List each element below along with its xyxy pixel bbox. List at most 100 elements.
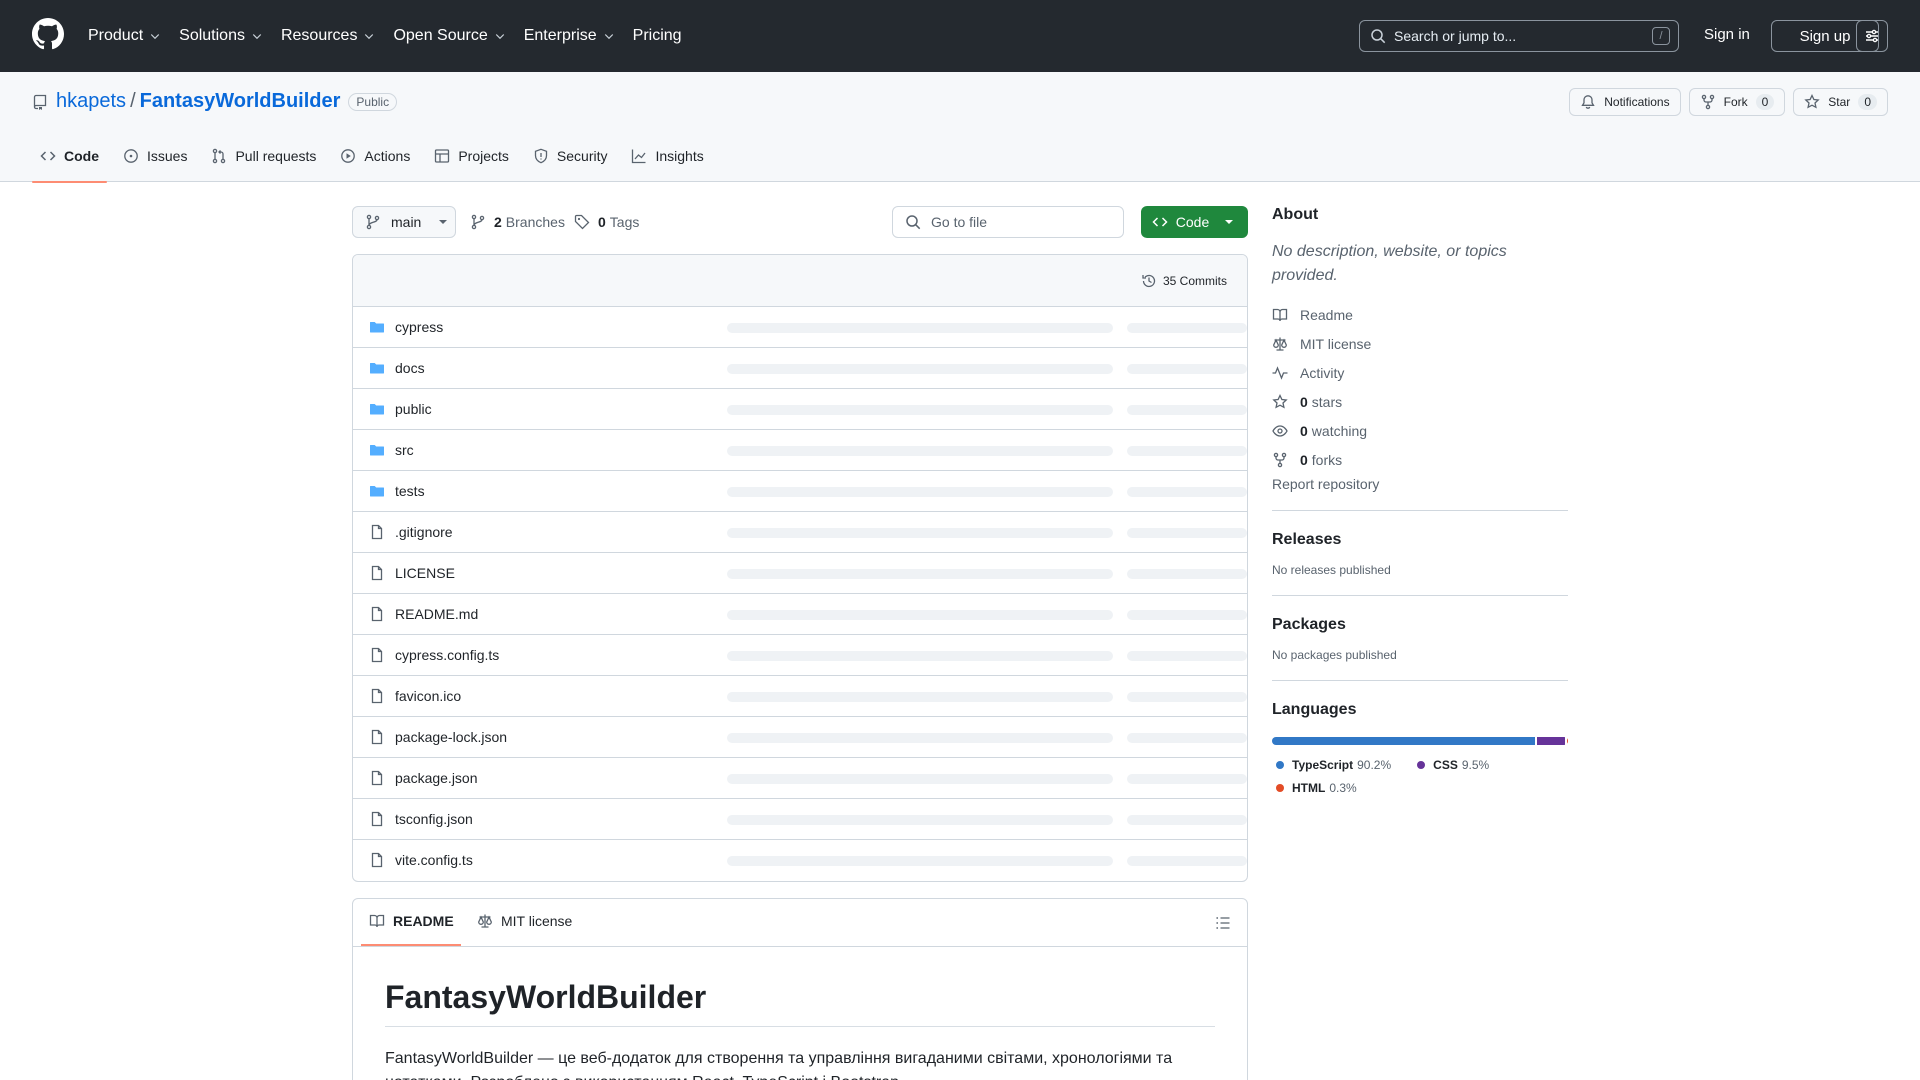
code-dropdown-button[interactable]: Code — [1141, 206, 1248, 238]
file-name[interactable]: favicon.ico — [395, 688, 461, 704]
packages-heading[interactable]: Packages — [1272, 616, 1568, 634]
languages-heading: Languages — [1272, 701, 1357, 718]
path-separator: / — [130, 90, 136, 112]
notifications-button[interactable]: Notifications — [1569, 88, 1681, 116]
language-color-dot — [1417, 760, 1426, 769]
file-name[interactable]: LICENSE — [395, 565, 455, 581]
folder-icon — [369, 319, 385, 335]
settings-menu-button[interactable] — [1856, 20, 1888, 52]
nav-pricing[interactable]: Pricing — [633, 27, 682, 45]
file-name[interactable]: .gitignore — [395, 524, 453, 540]
branches-link[interactable]: 2 Branches — [470, 214, 565, 230]
activity-link[interactable]: Activity — [1272, 358, 1568, 387]
star-button[interactable]: Star 0 — [1793, 88, 1888, 116]
commit-message-placeholder — [727, 446, 1113, 456]
file-row[interactable]: cypress — [353, 307, 1247, 348]
file-row[interactable]: tests — [353, 471, 1247, 512]
commits-count-label: 35 Commits — [1162, 274, 1227, 288]
commit-date-placeholder — [1127, 569, 1247, 579]
repo-nav-tabs: Code Issues Pull requests Actions Projec… — [32, 148, 720, 183]
file-row[interactable]: src — [353, 430, 1247, 471]
nav-resources[interactable]: Resources — [281, 27, 375, 45]
language-item[interactable]: CSS 9.5% — [1413, 753, 1489, 776]
global-nav: Product Solutions Resources Open Source … — [88, 0, 700, 72]
tab-readme[interactable]: README — [369, 913, 454, 929]
file-row[interactable]: README.md — [353, 594, 1247, 635]
tags-link[interactable]: 0 Tags — [574, 214, 639, 230]
git-pull-request-icon — [211, 148, 235, 164]
branches-count: 2 — [494, 214, 502, 230]
tab-issues[interactable]: Issues — [115, 148, 195, 182]
folder-icon — [369, 401, 385, 417]
repo-sidebar: About No description, website, or topics… — [1272, 206, 1568, 799]
go-to-file-input[interactable]: Go to file — [892, 206, 1124, 238]
tab-security[interactable]: Security — [525, 148, 616, 182]
watching-link[interactable]: 0 watching — [1272, 416, 1568, 445]
releases-heading[interactable]: Releases — [1272, 531, 1568, 549]
forks-link[interactable]: 0 forks — [1272, 445, 1568, 474]
commits-history-link[interactable]: 35 Commits — [1141, 273, 1227, 289]
file-icon — [369, 811, 385, 827]
search-input[interactable]: Search or jump to... / — [1359, 20, 1679, 52]
file-name[interactable]: package-lock.json — [395, 729, 507, 745]
file-row[interactable]: cypress.config.ts — [353, 635, 1247, 676]
file-name[interactable]: README.md — [395, 606, 478, 622]
stars-link[interactable]: 0 stars — [1272, 387, 1568, 416]
tab-insights[interactable]: Insights — [623, 148, 711, 182]
tab-pull-requests[interactable]: Pull requests — [203, 148, 324, 182]
readme-paragraph: FantasyWorldBuilder — це веб-додаток для… — [385, 1050, 1173, 1080]
file-row[interactable]: .gitignore — [353, 512, 1247, 553]
code-button-label: Code — [1175, 214, 1210, 230]
file-name[interactable]: tests — [395, 483, 425, 499]
github-logo-icon[interactable] — [32, 18, 64, 50]
file-name[interactable]: vite.config.ts — [395, 852, 473, 868]
branch-select-button[interactable]: main — [352, 206, 456, 238]
file-row[interactable]: vite.config.ts — [353, 840, 1247, 881]
file-name[interactable]: tsconfig.json — [395, 811, 473, 827]
file-row[interactable]: package-lock.json — [353, 717, 1247, 758]
nav-solutions[interactable]: Solutions — [179, 27, 263, 45]
file-name[interactable]: public — [395, 401, 432, 417]
file-row[interactable]: public — [353, 389, 1247, 430]
file-row[interactable]: tsconfig.json — [353, 799, 1247, 840]
commit-message-placeholder — [727, 774, 1113, 784]
commit-date-placeholder — [1127, 487, 1247, 497]
commit-date-placeholder — [1127, 774, 1247, 784]
file-name[interactable]: package.json — [395, 770, 478, 786]
packages-empty-text: No packages published — [1272, 648, 1397, 662]
file-controls: main 2 Branches 0 Tags Go to file Code — [352, 206, 1248, 238]
commit-date-placeholder — [1127, 446, 1247, 456]
file-name[interactable]: cypress — [395, 319, 443, 335]
active-tab-indicator — [361, 944, 461, 946]
tab-projects-label: Projects — [458, 148, 509, 164]
language-item[interactable]: HTML 0.3% — [1272, 776, 1357, 799]
file-name[interactable]: cypress.config.ts — [395, 647, 499, 663]
repo-name-link[interactable]: FantasyWorldBuilder — [140, 90, 341, 113]
file-name[interactable]: src — [395, 442, 414, 458]
language-percent: 9.5% — [1461, 757, 1490, 772]
file-icon — [369, 606, 385, 622]
tab-license-label: MIT license — [501, 913, 573, 929]
sign-in-link[interactable]: Sign in — [1704, 26, 1750, 43]
readme-link[interactable]: Readme — [1272, 300, 1568, 329]
nav-product[interactable]: Product — [88, 27, 161, 45]
file-row[interactable]: favicon.ico — [353, 676, 1247, 717]
nav-enterprise[interactable]: Enterprise — [524, 27, 615, 45]
file-row[interactable]: docs — [353, 348, 1247, 389]
file-row[interactable]: LICENSE — [353, 553, 1247, 594]
tab-projects[interactable]: Projects — [426, 148, 517, 182]
nav-open-source[interactable]: Open Source — [393, 27, 505, 45]
tab-code[interactable]: Code — [32, 148, 107, 183]
commit-message-placeholder — [727, 856, 1113, 866]
report-repository-link[interactable]: Report repository — [1272, 476, 1568, 492]
tab-actions[interactable]: Actions — [332, 148, 418, 182]
repo-owner-link[interactable]: hkapets — [56, 90, 126, 113]
license-link[interactable]: MIT license — [1272, 329, 1568, 358]
list-unordered-icon[interactable] — [1215, 915, 1231, 931]
file-name[interactable]: docs — [395, 360, 425, 376]
fork-button[interactable]: Fork 0 — [1688, 88, 1786, 116]
tab-license[interactable]: MIT license — [477, 913, 572, 929]
file-row[interactable]: package.json — [353, 758, 1247, 799]
language-item[interactable]: TypeScript 90.2% — [1272, 753, 1391, 776]
about-heading: About — [1272, 206, 1319, 223]
